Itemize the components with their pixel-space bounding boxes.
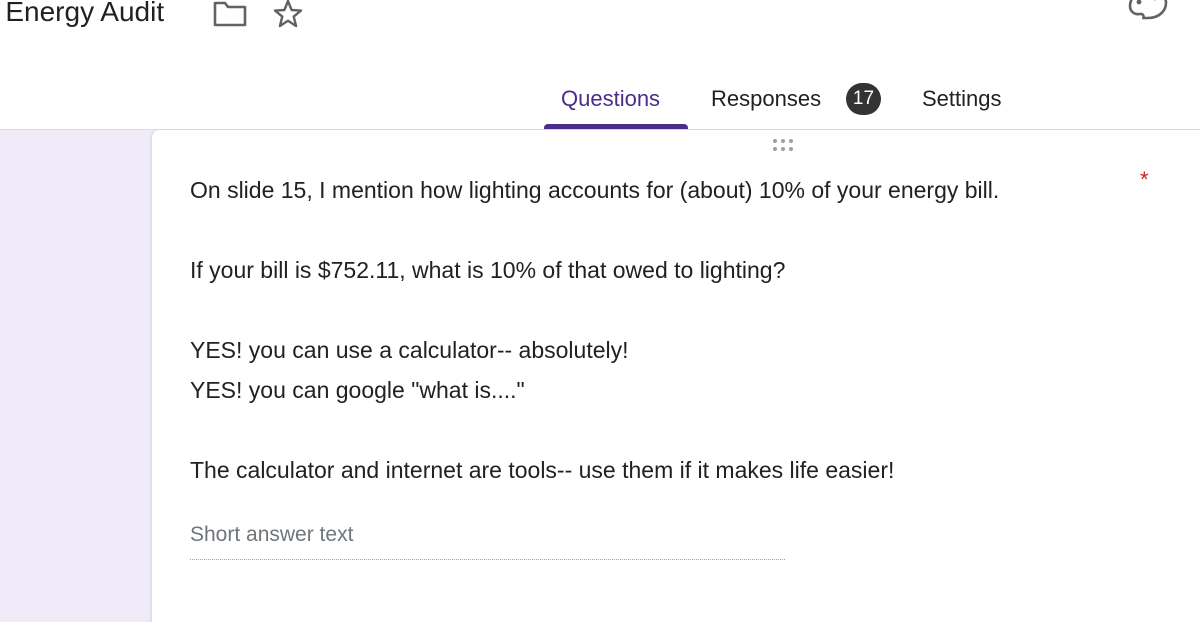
- question-line: [190, 410, 1150, 450]
- active-tab-indicator: [544, 124, 688, 129]
- form-header: e Energy Audit Questions Responses 17 Se…: [0, 0, 1200, 130]
- question-title: On slide 15, I mention how lighting acco…: [190, 170, 1150, 490]
- tab-responses[interactable]: Responses: [711, 84, 821, 114]
- tab-settings[interactable]: Settings: [922, 84, 1002, 114]
- star-icon[interactable]: [272, 0, 304, 30]
- question-line: If your bill is $752.11, what is 10% of …: [190, 257, 786, 283]
- question-line: YES! you can use a calculator-- absolute…: [190, 337, 629, 363]
- drag-handle-icon[interactable]: [772, 138, 798, 154]
- folder-icon[interactable]: [212, 0, 248, 28]
- required-marker: *: [1140, 167, 1149, 192]
- short-answer-placeholder: Short answer text: [190, 523, 354, 546]
- form-title[interactable]: e Energy Audit: [0, 0, 164, 30]
- question-line: [190, 290, 1150, 330]
- short-answer-field[interactable]: Short answer text: [190, 520, 785, 560]
- question-line: On slide 15, I mention how lighting acco…: [190, 177, 1000, 203]
- question-line: YES! you can google "what is....": [190, 377, 525, 403]
- question-line: The calculator and internet are tools-- …: [190, 457, 895, 483]
- question-line: [190, 210, 1150, 250]
- responses-count-badge: 17: [846, 83, 881, 115]
- tab-questions[interactable]: Questions: [561, 84, 660, 114]
- palette-icon[interactable]: [1126, 0, 1170, 20]
